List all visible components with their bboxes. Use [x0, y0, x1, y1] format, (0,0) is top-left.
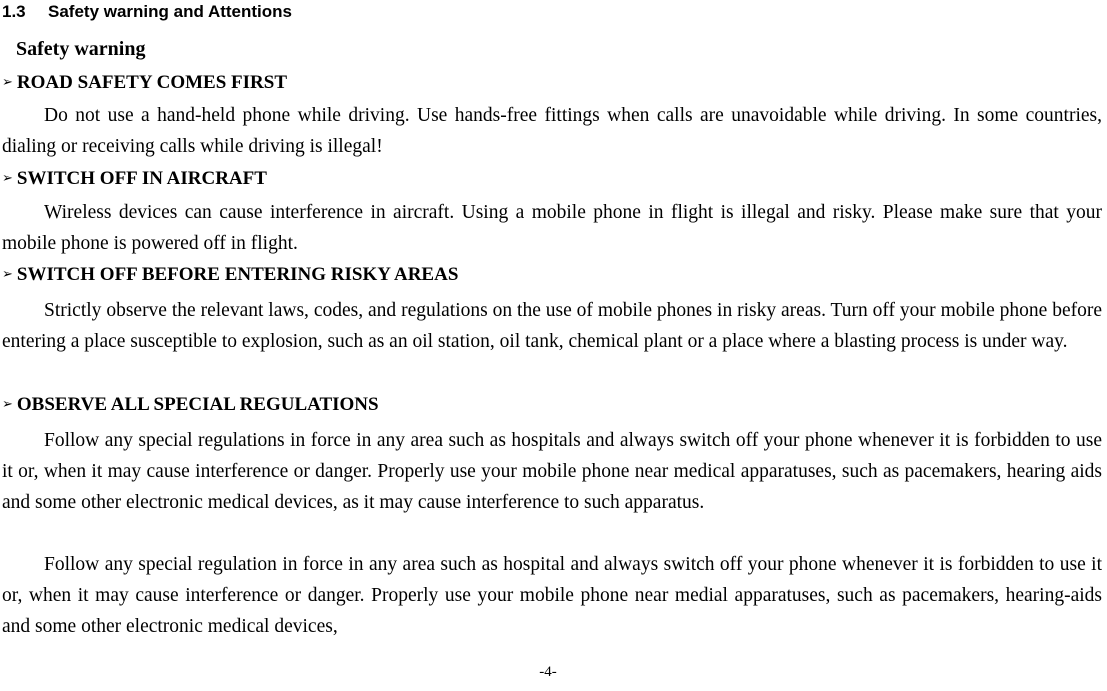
arrow-bullet-icon: ➢ — [2, 75, 13, 90]
paragraph-road-safety: Do not use a hand-held phone while drivi… — [2, 105, 1102, 157]
bullet-heading-road-safety: ➢ ROAD SAFETY COMES FIRST — [2, 70, 1102, 96]
paragraph-switch-off-aircraft: Wireless devices can cause interference … — [2, 202, 1102, 254]
section-title: Safety warning and Attentions — [48, 2, 293, 21]
paragraph-special-regulations-first: Follow any special regulations in force … — [2, 430, 1102, 513]
arrow-bullet-icon: ➢ — [2, 397, 13, 412]
page-number: -4- — [539, 664, 557, 680]
section-number: 1.3 — [2, 2, 26, 21]
arrow-bullet-icon: ➢ — [2, 267, 13, 282]
bullet-heading-label: SWITCH OFF BEFORE ENTERING RISKY AREAS — [16, 264, 459, 285]
bullet-heading-special-regulations: ➢ OBSERVE ALL SPECIAL REGULATIONS — [2, 392, 1102, 418]
arrow-bullet-icon: ➢ — [2, 171, 13, 186]
paragraph-special-regulations-second: Follow any special regulation in force i… — [2, 554, 1102, 637]
bullet-heading-label: SWITCH OFF IN AIRCRAFT — [16, 168, 267, 189]
bullet-heading-switch-off-aircraft: ➢ SWITCH OFF IN AIRCRAFT — [2, 166, 1102, 192]
bullet-heading-label: OBSERVE ALL SPECIAL REGULATIONS — [16, 394, 379, 415]
bullet-heading-label: ROAD SAFETY COMES FIRST — [16, 72, 287, 93]
document-page: 1.3 Safety warning and Attentions Safety … — [0, 0, 1107, 691]
bullet-heading-risky-areas: ➢ SWITCH OFF BEFORE ENTERING RISKY AREAS — [2, 262, 1102, 288]
section-heading: 1.3 Safety warning and Attentions — [2, 0, 1102, 23]
subheading-safety-warning: Safety warning — [16, 38, 146, 60]
paragraph-risky-areas: Strictly observe the relevant laws, code… — [2, 300, 1102, 352]
